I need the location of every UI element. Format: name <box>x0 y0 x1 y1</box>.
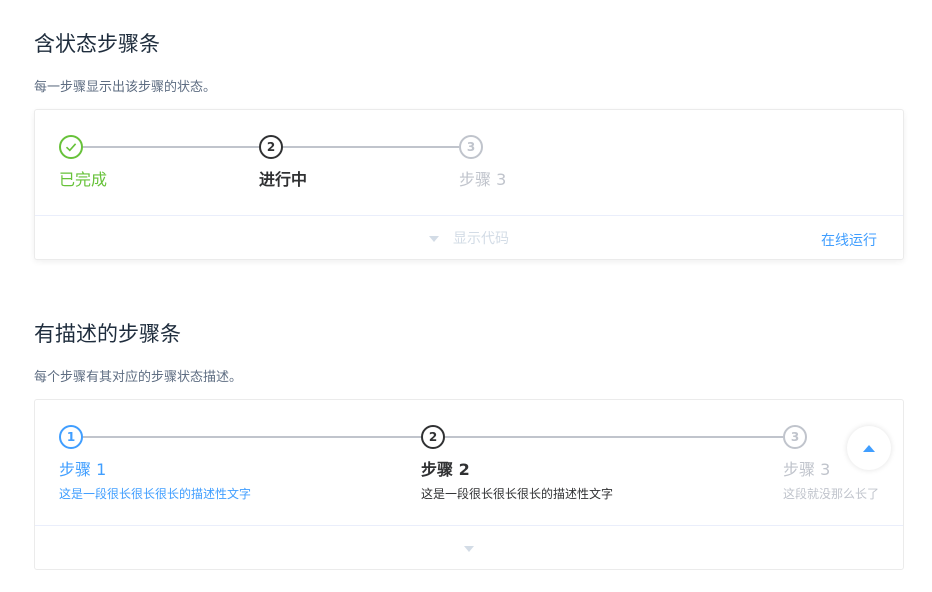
step-title: 步骤 3 <box>459 170 507 189</box>
run-online-link[interactable]: 在线运行 <box>821 230 877 250</box>
step-connector-line <box>83 436 421 438</box>
demo-control-bar[interactable]: 显示代码 在线运行 <box>35 215 903 259</box>
step-title: 步骤 3 <box>783 460 831 479</box>
step-title: 进行中 <box>259 170 308 189</box>
step-number-icon: 1 <box>59 425 83 449</box>
step-number-icon: 2 <box>259 135 283 159</box>
step-number-icon: 3 <box>783 425 807 449</box>
steps-bar: 1 步骤 1 这是一段很长很长很长的描述性文字 2 步骤 2 这是一段很长很长很… <box>59 424 879 504</box>
section-description: 每一步骤显示出该步骤的状态。 <box>34 80 217 95</box>
demo-block-status-steps: 已完成 2 进行中 3 步骤 3 显示代码 在线运行 <box>34 109 904 260</box>
check-icon <box>59 135 83 159</box>
section-description: 每个步骤有其对应的步骤状态描述。 <box>34 370 243 385</box>
step-description: 这是一段很长很长很长的描述性文字 <box>421 487 614 501</box>
demo-control-bar[interactable] <box>35 525 903 569</box>
step-connector-line <box>445 436 783 438</box>
demo-block-description-steps: 1 步骤 1 这是一段很长很长很长的描述性文字 2 步骤 2 这是一段很长很长很… <box>34 399 904 570</box>
caret-up-icon <box>863 444 875 452</box>
step-connector-line <box>283 146 459 148</box>
caret-down-icon <box>429 236 439 242</box>
step-title: 步骤 2 <box>421 460 470 479</box>
step-number-icon: 2 <box>421 425 445 449</box>
section-title-status-steps: 含状态步骤条 <box>34 32 160 56</box>
section-title-description-steps: 有描述的步骤条 <box>34 322 181 346</box>
step-description: 这段就没那么长了 <box>783 487 880 501</box>
step-title: 已完成 <box>59 170 108 189</box>
show-code-toggle[interactable] <box>35 526 903 570</box>
step-connector-line <box>83 146 259 148</box>
caret-down-icon <box>464 546 474 552</box>
steps-bar: 已完成 2 进行中 3 步骤 3 <box>59 134 879 214</box>
step-number-icon: 3 <box>459 135 483 159</box>
back-to-top-button[interactable] <box>847 426 891 470</box>
show-code-label: 显示代码 <box>453 231 509 247</box>
step-title: 步骤 1 <box>59 460 107 479</box>
step-description: 这是一段很长很长很长的描述性文字 <box>59 487 252 501</box>
show-code-toggle[interactable]: 显示代码 <box>35 216 903 260</box>
